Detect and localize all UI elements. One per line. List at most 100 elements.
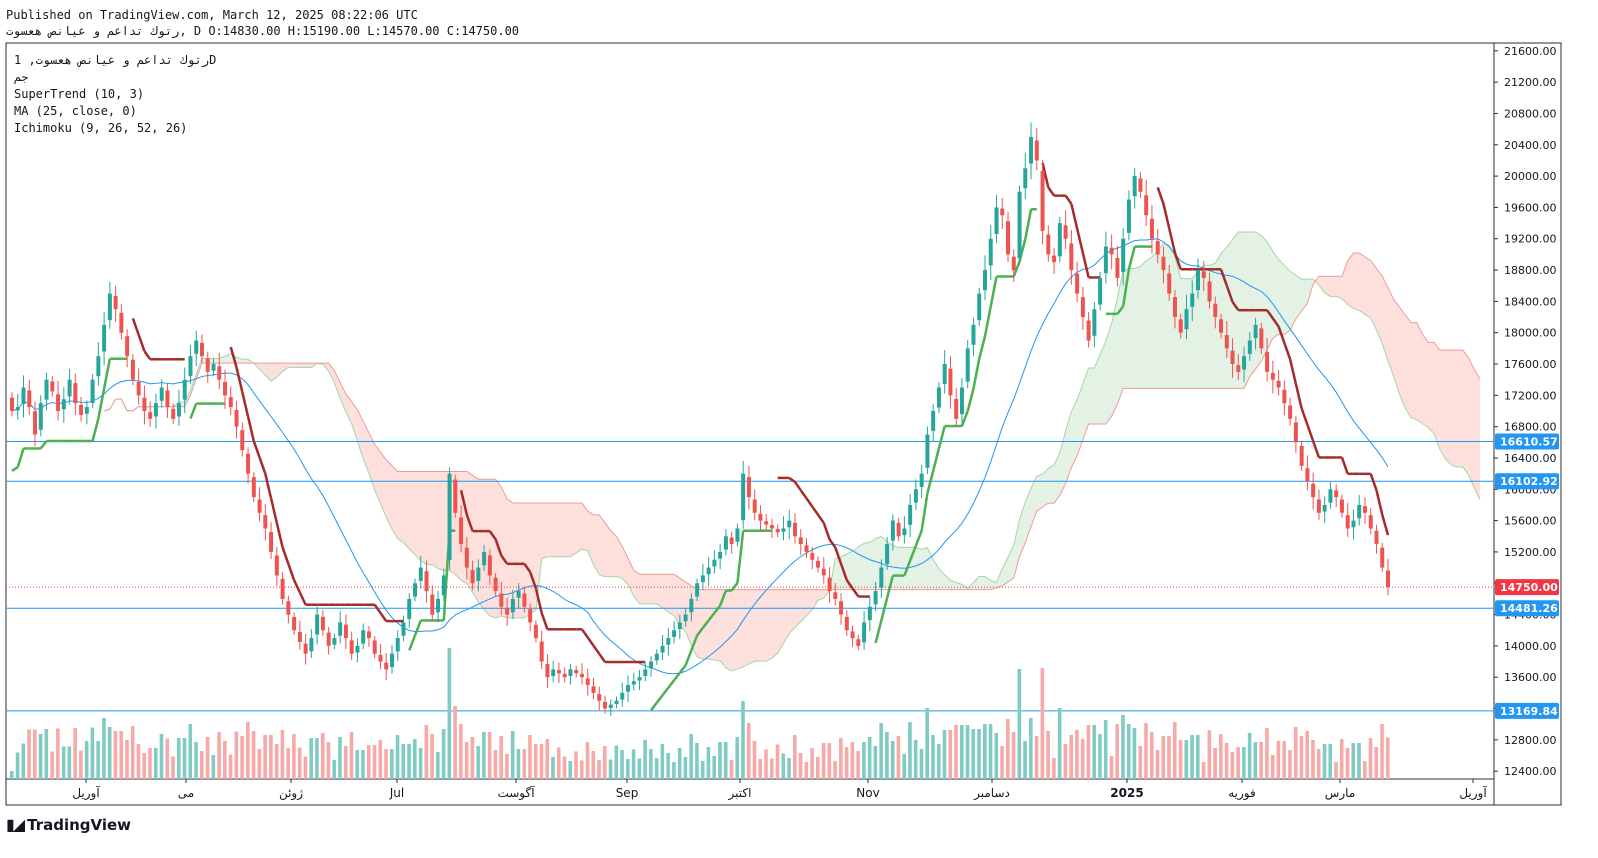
candle-body	[908, 504, 913, 525]
volume-bar	[441, 729, 446, 779]
candle-body	[1334, 490, 1339, 498]
legend-ma[interactable]: MA (25, close, 0)	[14, 103, 216, 120]
volume-bar	[764, 749, 768, 779]
volume-bar	[96, 741, 100, 779]
candle-body	[188, 356, 193, 377]
volume-bar	[1190, 735, 1194, 779]
volume-bar	[1282, 741, 1286, 779]
ichimoku-cloud-segment	[766, 589, 772, 662]
volume-bar	[988, 724, 993, 779]
candle-body	[781, 528, 786, 532]
volume-bar	[1276, 741, 1281, 779]
volume-bar	[1339, 739, 1344, 779]
ichimoku-cloud-segment	[570, 502, 577, 557]
candle-body	[1103, 246, 1108, 274]
y-tick-label: 21200.00	[1504, 76, 1557, 89]
candle-body	[153, 403, 158, 417]
candle-body	[948, 368, 953, 396]
candle-body	[366, 631, 371, 639]
candle-body	[1213, 303, 1218, 318]
candle-body	[505, 607, 510, 615]
volume-bar	[1172, 722, 1177, 779]
candle-body	[165, 390, 170, 408]
candle-body	[234, 410, 239, 427]
volume-bar	[775, 744, 780, 779]
volume-bar	[654, 758, 659, 779]
x-tick-label: می	[178, 786, 194, 800]
candle-body	[533, 624, 538, 639]
candle-body	[436, 598, 441, 613]
volume-bar	[223, 741, 227, 779]
volume-bar	[142, 753, 147, 779]
volume-bar	[309, 738, 313, 779]
candle-body	[199, 342, 204, 357]
volume-bar	[1126, 724, 1131, 779]
x-tick-label: Sep	[616, 786, 639, 800]
volume-bar	[1196, 735, 1200, 779]
tradingview-brand[interactable]: ▮◢ TradingView	[6, 815, 131, 834]
volume-bar	[125, 740, 129, 779]
volume-bar	[850, 742, 855, 779]
legend-supertrend[interactable]: SuperTrend (10, 3)	[14, 86, 216, 103]
candle-body	[706, 567, 711, 575]
volume-bar	[683, 757, 688, 779]
volume-bar	[723, 742, 728, 779]
ichimoku-cloud-segment	[599, 514, 606, 577]
volume-bar	[349, 732, 354, 779]
y-tick-label: 20400.00	[1504, 139, 1557, 152]
price-chart[interactable]: 21600.00 21200.00 20800.00 20400.00 20000.00…	[0, 0, 1598, 858]
volume-bar	[942, 730, 947, 779]
volume-bar	[959, 725, 964, 779]
candle-body	[441, 575, 446, 596]
candle-body	[568, 669, 573, 677]
volume-bar	[885, 732, 889, 779]
volume-bar	[965, 725, 970, 779]
candle-body	[879, 567, 884, 588]
candle-body	[1069, 243, 1074, 271]
volume-bar	[464, 742, 469, 779]
volume-bar	[660, 744, 665, 779]
ichimoku-cloud-segment	[1278, 259, 1285, 335]
volume-bar	[176, 738, 181, 779]
candle-body	[890, 520, 895, 541]
candle-body	[217, 366, 222, 380]
candle-body	[309, 638, 314, 652]
ichimoku-cloud-segment	[432, 471, 439, 569]
volume-bar	[274, 744, 279, 779]
ichimoku-cloud-segment	[1267, 241, 1273, 350]
volume-bar	[257, 749, 262, 779]
volume-bar	[626, 759, 630, 779]
volume-bar	[769, 758, 774, 779]
ichimoku-cloud-segment	[553, 502, 559, 557]
volume-bar	[1132, 728, 1137, 779]
volume-bar	[798, 753, 803, 779]
candle-body	[1098, 277, 1103, 305]
candle-body	[873, 591, 878, 605]
volume-bar	[1207, 730, 1212, 779]
candle-body	[769, 525, 774, 529]
volume-bar	[1299, 736, 1304, 779]
candle-body	[407, 598, 412, 619]
legend-ichimoku[interactable]: Ichimoku (9, 26, 52, 26)	[14, 120, 216, 137]
candle-body	[1167, 273, 1172, 294]
ichimoku-cloud-segment	[299, 363, 306, 368]
candle-body	[1109, 247, 1114, 255]
ichimoku-cloud-segment	[1249, 231, 1256, 377]
candle-body	[896, 522, 901, 537]
candle-body	[1351, 520, 1356, 528]
candle-body	[499, 593, 504, 607]
ichimoku-cloud-segment	[915, 547, 922, 590]
volume-bar	[982, 724, 987, 779]
candle-body	[142, 397, 147, 411]
legend-symbol[interactable]: رتوك تداعم و عيانص هعسوت, 1D	[14, 52, 216, 69]
candle-body	[649, 661, 654, 669]
volume-bar	[67, 746, 72, 779]
volume-bar	[228, 754, 233, 779]
volume-bar	[447, 648, 452, 779]
volume-bar	[603, 746, 607, 779]
volume-bar	[90, 727, 95, 779]
candle-body	[735, 528, 740, 542]
candle-body	[574, 669, 579, 674]
ichimoku-cloud-segment	[1226, 239, 1233, 389]
candle-body	[1023, 168, 1028, 189]
